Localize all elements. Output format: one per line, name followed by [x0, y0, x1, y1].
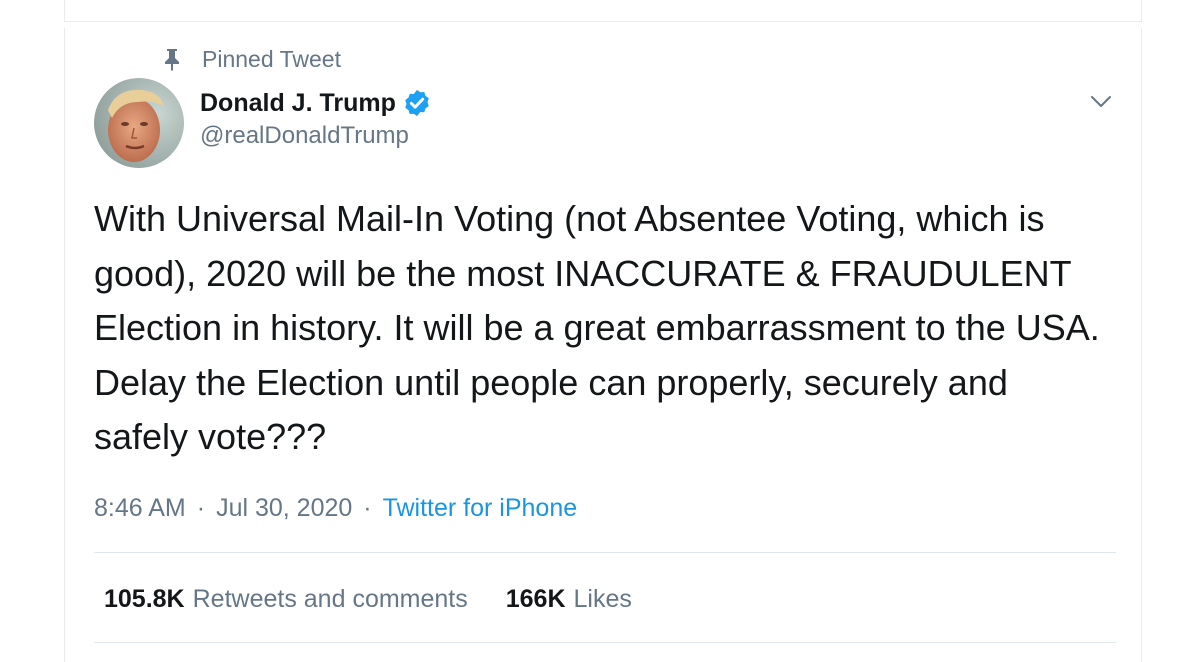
meta-separator: · [363, 493, 372, 522]
avatar[interactable] [94, 78, 184, 168]
likes-label: Likes [573, 584, 632, 613]
pinned-indicator: Pinned Tweet [96, 44, 341, 74]
verified-badge-icon [402, 88, 432, 118]
author-block[interactable]: Donald J. Trump @realDonaldTrump [200, 86, 432, 150]
retweets-stat[interactable]: 105.8K Retweets and comments [104, 585, 468, 614]
tweet-page: Pinned Tweet Donald J. Trump @realDonald… [0, 0, 1200, 662]
pinned-label: Pinned Tweet [202, 45, 341, 72]
previous-tweet-edge [64, 0, 1142, 22]
tweet-text: With Universal Mail-In Voting (not Absen… [94, 198, 1100, 457]
tweet-time[interactable]: 8:46 AM [94, 494, 186, 523]
tweet-date[interactable]: Jul 30, 2020 [216, 494, 352, 523]
meta-separator: · [196, 493, 206, 522]
divider [94, 642, 1116, 643]
divider [94, 552, 1116, 553]
pin-icon [162, 47, 182, 71]
tweet-meta: 8:46 AM · Jul 30, 2020 · Twitter for iPh… [94, 490, 577, 526]
author-handle[interactable]: @realDonaldTrump [200, 122, 432, 150]
likes-count: 166K [505, 584, 566, 613]
tweet-stats: 105.8K Retweets and comments 166K Likes [104, 582, 632, 616]
retweets-label: Retweets and comments [192, 584, 468, 613]
retweets-count: 105.8K [104, 584, 185, 613]
tweet-source-link[interactable]: Twitter for iPhone [383, 494, 578, 523]
chevron-down-icon[interactable] [1088, 88, 1114, 114]
likes-stat[interactable]: 166K Likes [506, 585, 632, 614]
author-name[interactable]: Donald J. Trump [200, 89, 396, 118]
